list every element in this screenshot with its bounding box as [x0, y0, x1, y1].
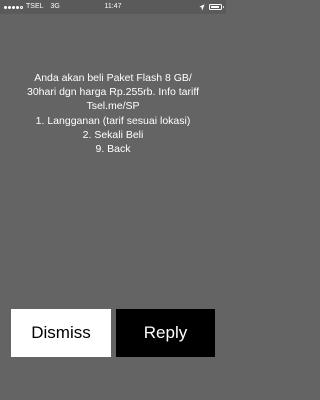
- message-line: Anda akan beli Paket Flash 8 GB/: [34, 72, 192, 84]
- message-line: 2. Sekali Beli: [82, 128, 144, 141]
- battery-icon: [209, 4, 224, 10]
- dismiss-button[interactable]: Dismiss: [11, 309, 111, 357]
- status-right: [199, 0, 224, 14]
- ussd-message: Anda akan beli Paket Flash 8 GB/ 30hari …: [0, 71, 226, 156]
- message-line: 1. Langganan (tarif sesuai lokasi): [35, 114, 191, 127]
- location-arrow-icon: [199, 3, 205, 11]
- reply-button[interactable]: Reply: [116, 309, 215, 357]
- status-time: 11:47: [104, 3, 122, 10]
- message-line: Tsel.me/SP: [86, 100, 140, 113]
- battery-level: [211, 6, 219, 8]
- message-line: 9. Back: [95, 143, 131, 156]
- status-bar: TSEL 3G 11:47: [0, 0, 226, 14]
- message-line: 30hari dgn harga Rp.255rb. Info tariff: [26, 86, 199, 99]
